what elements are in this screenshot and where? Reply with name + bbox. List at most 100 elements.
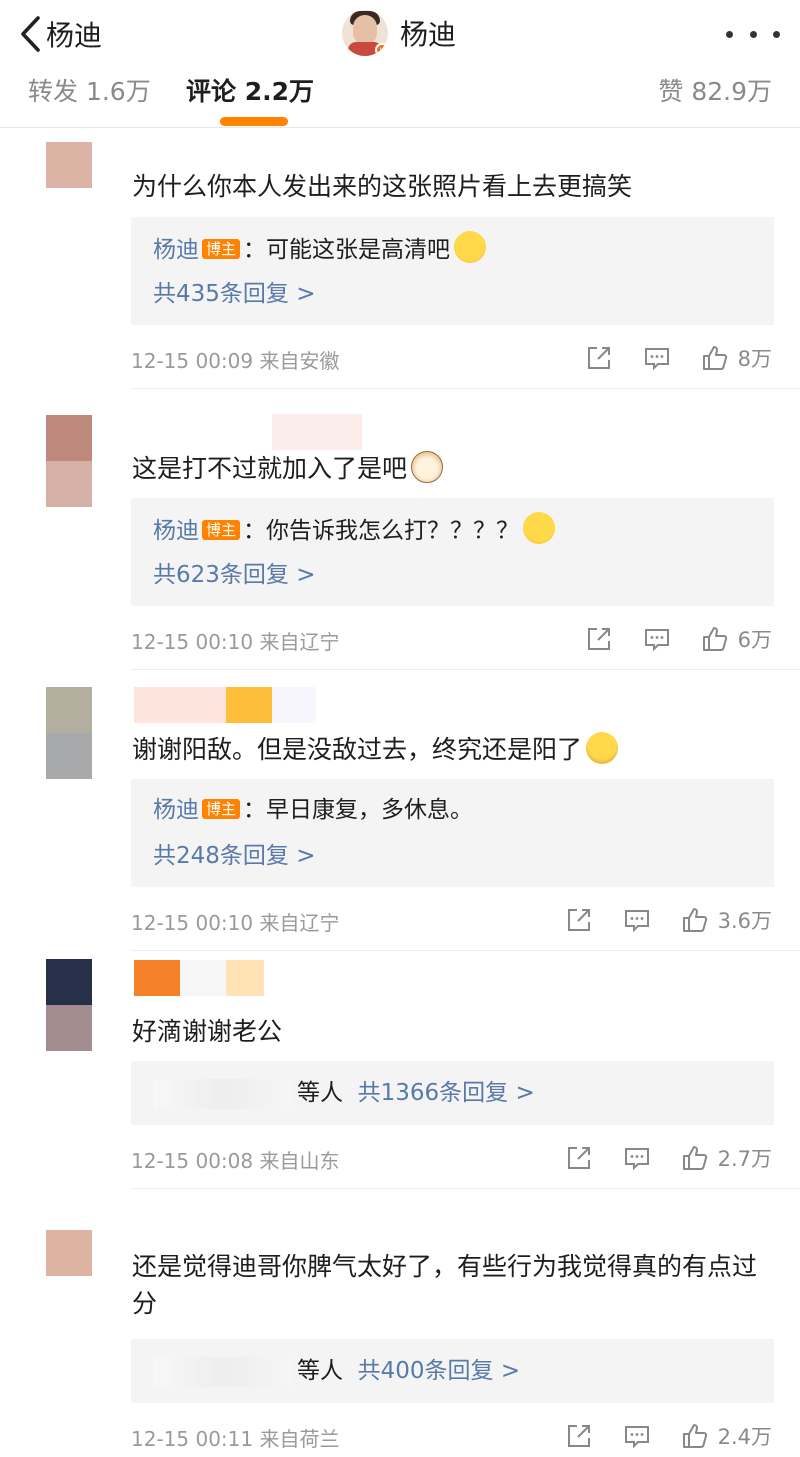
- share-button[interactable]: [564, 1421, 594, 1451]
- share-button[interactable]: [564, 905, 594, 935]
- tab-comment[interactable]: 评论 2.2万: [186, 72, 314, 108]
- avatar[interactable]: [46, 959, 92, 1051]
- avatar[interactable]: [46, 1230, 92, 1276]
- comment-text: 谢谢阳敌。但是没敌过去，终究还是阳了: [132, 735, 583, 764]
- comment-item: 谢谢阳敌。但是没敌过去，终究还是阳了 杨迪 博主 ：早日康复，多休息。 共248条回…: [0, 671, 800, 952]
- reply-preview: 杨迪 博主 ：你告诉我怎么打？？？？: [153, 512, 556, 548]
- host-badge: 博主: [202, 239, 241, 259]
- divider: [131, 669, 800, 670]
- comment-meta: 12-15 00:10 来自辽宁: [131, 630, 340, 654]
- reply-preview: 等人 共400条回复 >: [153, 1354, 520, 1388]
- host-badge: 博主: [202, 520, 241, 540]
- comment-meta: 12-15 00:08 来自山东: [131, 1149, 340, 1173]
- comment-actions: 2.7万: [536, 1140, 772, 1176]
- share-button[interactable]: [564, 1143, 594, 1173]
- comment-button[interactable]: [622, 905, 652, 935]
- like-button[interactable]: 3.6万: [680, 905, 772, 935]
- comment-actions: 8万: [556, 340, 772, 376]
- comment-text-row: 这是打不过就加入了是吧: [132, 450, 768, 487]
- like-count: 2.4万: [717, 1425, 772, 1449]
- reply-author[interactable]: 杨迪: [153, 797, 199, 823]
- avatar[interactable]: [46, 142, 92, 204]
- comment-button[interactable]: [642, 624, 672, 654]
- like-icon: [682, 908, 707, 932]
- blurred-replier: [153, 1078, 293, 1109]
- username-blurred: [272, 414, 362, 450]
- comment-item: 为什么你本人发出来的这张照片看上去更搞笑 杨迪 博主 ：可能这张是高清吧 共435条…: [0, 128, 800, 390]
- share-icon: [567, 909, 590, 931]
- reply-count-link[interactable]: 共435条回复 >: [153, 281, 315, 307]
- comment-icon: [624, 1148, 649, 1171]
- reply-box[interactable]: 杨迪 博主 ：你告诉我怎么打？？？？ 共623条回复 >: [131, 498, 774, 606]
- like-button[interactable]: 6万: [700, 624, 772, 654]
- reply-preview: 杨迪 博主 ：早日康复，多休息。: [153, 793, 473, 827]
- comment-item: 好滴谢谢老公 等人 共1366条回复 > 12-15 00:08 来自山东 2.…: [0, 952, 800, 1190]
- like-button[interactable]: 2.4万: [680, 1421, 772, 1451]
- share-button[interactable]: [584, 624, 614, 654]
- back-button[interactable]: 杨迪: [18, 12, 102, 56]
- page-title: 杨迪: [400, 18, 457, 51]
- reply-count-link[interactable]: 共248条回复 >: [153, 843, 315, 869]
- tab-repost[interactable]: 转发 1.6万: [28, 72, 151, 108]
- comment-item: 这是打不过就加入了是吧 杨迪 博主 ：你告诉我怎么打？？？？ 共623条回复 > 1…: [0, 390, 800, 671]
- top-bar: 杨迪 v 杨迪: [0, 0, 800, 68]
- like-count: 2.7万: [717, 1147, 772, 1171]
- like-count: 3.6万: [717, 909, 772, 933]
- reply-text: ：你告诉我怎么打？？？？: [243, 518, 520, 544]
- laugh-cry-emoji: [454, 231, 487, 263]
- reply-preview: 杨迪 博主 ：可能这张是高清吧: [153, 231, 487, 267]
- reply-author[interactable]: 杨迪: [153, 237, 199, 263]
- share-icon: [567, 1425, 590, 1447]
- comment-text: 好滴谢谢老公: [132, 1017, 283, 1046]
- reply-box[interactable]: 等人 共1366条回复 >: [131, 1061, 774, 1125]
- comment-button[interactable]: [622, 1421, 652, 1451]
- blurred-replier: [153, 1356, 293, 1387]
- username-blurred: [134, 960, 264, 996]
- tab-like[interactable]: 赞 82.9万: [658, 72, 772, 108]
- back-chevron-icon: [21, 16, 40, 52]
- avatar[interactable]: [46, 687, 92, 779]
- comment-meta: 12-15 00:09 来自安徽: [131, 349, 340, 373]
- like-icon: [702, 346, 727, 370]
- laugh-cry-emoji: [523, 512, 556, 544]
- comment-actions: 6万: [556, 621, 772, 657]
- divider: [131, 388, 800, 389]
- reply-suffix: 等人: [297, 1358, 343, 1384]
- reply-box[interactable]: 杨迪 博主 ：可能这张是高清吧 共435条回复 >: [131, 217, 774, 325]
- page-title-area[interactable]: v 杨迪: [342, 9, 456, 57]
- reply-count-link[interactable]: 共400条回复 >: [358, 1358, 520, 1384]
- comment-button[interactable]: [642, 343, 672, 373]
- comment-text: 还是觉得迪哥你脾气太好了，有些行为我觉得真的有点过分: [132, 1252, 758, 1318]
- like-button[interactable]: 8万: [700, 343, 772, 373]
- comment-icon: [624, 910, 649, 933]
- reply-box[interactable]: 等人 共400条回复 >: [131, 1339, 774, 1403]
- username-blurred: [134, 687, 316, 723]
- reply-count-link[interactable]: 共623条回复 >: [153, 562, 315, 588]
- comment-text: 为什么你本人发出来的这张照片看上去更搞笑: [132, 172, 633, 201]
- verified-badge: v: [375, 43, 388, 56]
- reply-author[interactable]: 杨迪: [153, 518, 199, 544]
- tab-bar: 转发 1.6万 评论 2.2万 赞 82.9万: [0, 68, 800, 128]
- like-icon: [702, 627, 727, 651]
- reply-box[interactable]: 杨迪 博主 ：早日康复，多休息。 共248条回复 >: [131, 779, 774, 887]
- like-icon: [682, 1146, 707, 1170]
- more-icon[interactable]: [726, 24, 780, 44]
- comment-item: 还是觉得迪哥你脾气太好了，有些行为我觉得真的有点过分 等人 共400条回复 > …: [0, 1190, 800, 1457]
- like-count: 8万: [737, 347, 772, 371]
- reply-text: ：可能这张是高清吧: [243, 237, 451, 263]
- tab-active-indicator: [220, 117, 288, 126]
- comment-meta: 12-15 00:11 来自荷兰: [131, 1427, 340, 1451]
- avatar[interactable]: v: [342, 10, 388, 56]
- reply-count-link[interactable]: 共1366条回复 >: [358, 1080, 535, 1106]
- back-label: 杨迪: [46, 19, 103, 52]
- share-icon: [587, 347, 610, 369]
- like-count: 6万: [737, 628, 772, 652]
- comment-actions: 3.6万: [536, 902, 772, 938]
- comment-actions: 2.4万: [536, 1418, 772, 1454]
- comment-button[interactable]: [622, 1143, 652, 1173]
- like-button[interactable]: 2.7万: [680, 1143, 772, 1173]
- share-button[interactable]: [584, 343, 614, 373]
- reply-suffix: 等人: [297, 1080, 343, 1106]
- avatar[interactable]: [46, 415, 92, 507]
- comment-text: 这是打不过就加入了是吧: [132, 454, 408, 483]
